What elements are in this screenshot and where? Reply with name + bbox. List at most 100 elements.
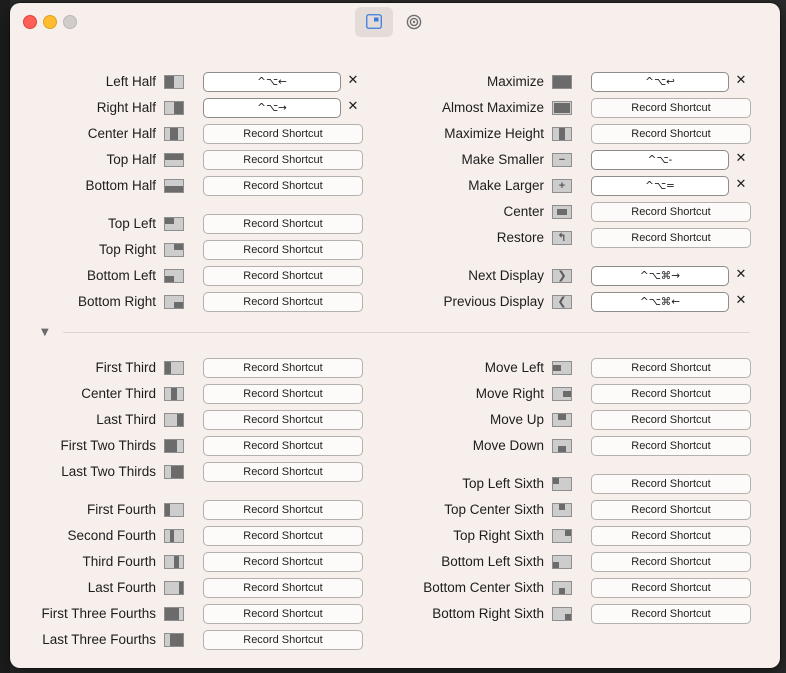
shortcut-row-make-larger: Make Larger + ^⌥= ✕ xyxy=(10,176,780,196)
next-display-shortcut-field[interactable]: ^⌥⌘→ xyxy=(591,266,729,286)
tab-settings[interactable] xyxy=(395,7,433,37)
bottom-right-sixth-icon xyxy=(552,607,572,621)
action-label: Next Display xyxy=(468,268,544,283)
shortcut-row-maximize-height: Maximize Height Record Shortcut xyxy=(10,124,780,144)
shortcut-row-move-down: Move Down Record Shortcut xyxy=(10,436,780,456)
previous-display-shortcut-field[interactable]: ^⌥⌘← xyxy=(591,292,729,312)
background-editor xyxy=(0,0,10,673)
action-label: Make Smaller xyxy=(461,152,544,167)
action-label: Move Right xyxy=(475,386,544,401)
action-label: Center xyxy=(503,204,544,219)
shortcut-row-maximize: Maximize ^⌥↩ ✕ xyxy=(10,72,780,92)
action-label: Top Center Sixth xyxy=(444,502,544,517)
action-label: Maximize Height xyxy=(444,126,544,141)
center-record-shortcut-button[interactable]: Record Shortcut xyxy=(591,202,751,222)
icon-fill xyxy=(558,414,566,420)
make-larger-shortcut-field[interactable]: ^⌥= xyxy=(591,176,729,196)
almost-maximize-record-shortcut-button[interactable]: Record Shortcut xyxy=(591,98,751,118)
bottom-left-sixth-record-shortcut-button[interactable]: Record Shortcut xyxy=(591,552,751,572)
top-left-sixth-icon xyxy=(552,477,572,491)
shortcut-row-almost-maximize: Almost Maximize Record Shortcut xyxy=(10,98,780,118)
icon-fill xyxy=(563,391,571,397)
make-smaller-shortcut-field[interactable]: ^⌥- xyxy=(591,150,729,170)
move-up-icon xyxy=(552,413,572,427)
shortcut-row-previous-display: Previous Display ❮ ^⌥⌘← ✕ xyxy=(10,292,780,312)
maximize-shortcut-field[interactable]: ^⌥↩ xyxy=(591,72,729,92)
shortcut-row-bottom-center-sixth: Bottom Center Sixth Record Shortcut xyxy=(10,578,780,598)
shortcut-row-move-right: Move Right Record Shortcut xyxy=(10,384,780,404)
icon-fill xyxy=(565,614,571,620)
close-window-button[interactable] xyxy=(23,15,37,29)
last-three-fourths-record-shortcut-button[interactable]: Record Shortcut xyxy=(203,630,363,650)
clear-shortcut-icon[interactable]: ✕ xyxy=(733,73,749,89)
clear-shortcut-icon[interactable]: ✕ xyxy=(733,293,749,309)
move-left-record-shortcut-button[interactable]: Record Shortcut xyxy=(591,358,751,378)
restore-record-shortcut-button[interactable]: Record Shortcut xyxy=(591,228,751,248)
shortcut-row-next-display: Next Display ❯ ^⌥⌘→ ✕ xyxy=(10,266,780,286)
clear-shortcut-icon[interactable]: ✕ xyxy=(733,267,749,283)
top-left-sixth-record-shortcut-button[interactable]: Record Shortcut xyxy=(591,474,751,494)
maximize-icon xyxy=(552,75,572,89)
settings-window: ▼ Left Half ^⌥← ✕ Right Half ^⌥→ ✕ Center Half… xyxy=(10,3,780,668)
shortcut-row-bottom-right-sixth: Bottom Right Sixth Record Shortcut xyxy=(10,604,780,624)
icon-fill xyxy=(553,562,559,568)
shortcut-row-make-smaller: Make Smaller − ^⌥- ✕ xyxy=(10,150,780,170)
minimize-window-button[interactable] xyxy=(43,15,57,29)
bottom-center-sixth-record-shortcut-button[interactable]: Record Shortcut xyxy=(591,578,751,598)
next-display-glyph: ❯ xyxy=(557,270,567,282)
maximize-height-icon xyxy=(552,127,572,141)
section-disclosure-toggle[interactable]: ▼ xyxy=(41,328,49,338)
gear-icon xyxy=(406,14,422,30)
icon-fill xyxy=(169,634,183,646)
action-label: Last Three Fourths xyxy=(42,632,156,647)
clear-shortcut-icon[interactable]: ✕ xyxy=(733,151,749,167)
tab-shortcuts[interactable] xyxy=(355,7,393,37)
action-label: Move Left xyxy=(484,360,544,375)
shortcut-row-move-left: Move Left Record Shortcut xyxy=(10,358,780,378)
center-icon xyxy=(552,205,572,219)
top-right-sixth-icon xyxy=(552,529,572,543)
action-label: Previous Display xyxy=(443,294,544,309)
make-larger-icon: + xyxy=(552,179,572,193)
shortcut-row-center: Center Record Shortcut xyxy=(10,202,780,222)
top-center-sixth-icon xyxy=(552,503,572,517)
icon-fill xyxy=(559,504,565,510)
clear-shortcut-icon[interactable]: ✕ xyxy=(733,177,749,193)
icon-fill xyxy=(565,530,571,536)
move-right-icon xyxy=(552,387,572,401)
move-down-icon xyxy=(552,439,572,453)
action-label: Make Larger xyxy=(468,178,544,193)
icon-fill xyxy=(558,446,566,452)
shortcut-row-restore: Restore ↰ Record Shortcut xyxy=(10,228,780,248)
maximize-height-record-shortcut-button[interactable]: Record Shortcut xyxy=(591,124,751,144)
icon-fill xyxy=(559,128,565,140)
shortcut-row-top-right-sixth: Top Right Sixth Record Shortcut xyxy=(10,526,780,546)
icon-fill xyxy=(553,365,561,371)
bottom-right-sixth-record-shortcut-button[interactable]: Record Shortcut xyxy=(591,604,751,624)
shortcut-row-bottom-left-sixth: Bottom Left Sixth Record Shortcut xyxy=(10,552,780,572)
next-display-icon: ❯ xyxy=(552,269,572,283)
top-right-sixth-record-shortcut-button[interactable]: Record Shortcut xyxy=(591,526,751,546)
last-three-fourths-icon xyxy=(164,633,184,647)
icon-fill xyxy=(554,103,570,113)
move-up-record-shortcut-button[interactable]: Record Shortcut xyxy=(591,410,751,430)
shortcut-row-top-left-sixth: Top Left Sixth Record Shortcut xyxy=(10,474,780,494)
move-down-record-shortcut-button[interactable]: Record Shortcut xyxy=(591,436,751,456)
move-left-icon xyxy=(552,361,572,375)
titlebar xyxy=(10,3,780,41)
top-center-sixth-record-shortcut-button[interactable]: Record Shortcut xyxy=(591,500,751,520)
action-label: Maximize xyxy=(486,74,544,89)
bottom-center-sixth-icon xyxy=(552,581,572,595)
almost-maximize-icon xyxy=(552,101,572,115)
action-label: Bottom Left Sixth xyxy=(441,554,544,569)
icon-fill xyxy=(553,478,559,484)
previous-display-icon: ❮ xyxy=(552,295,572,309)
action-label: Move Up xyxy=(489,412,544,427)
zoom-window-button[interactable] xyxy=(63,15,77,29)
make-smaller-icon: − xyxy=(552,153,572,167)
restore-icon: ↰ xyxy=(552,231,572,245)
window-layout-icon xyxy=(366,14,382,29)
icon-fill xyxy=(557,209,567,215)
shortcut-row-move-up: Move Up Record Shortcut xyxy=(10,410,780,430)
move-right-record-shortcut-button[interactable]: Record Shortcut xyxy=(591,384,751,404)
